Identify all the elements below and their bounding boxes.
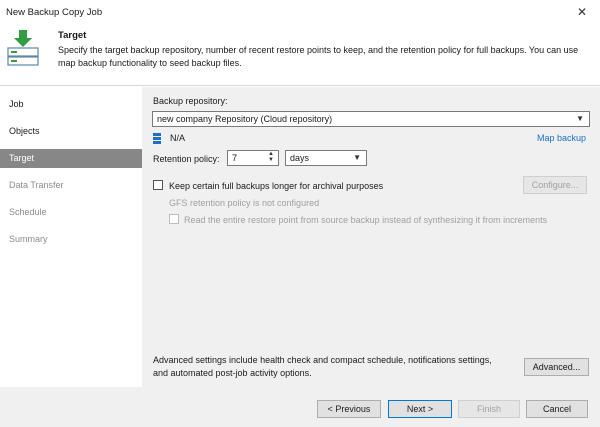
wizard-header: Target Specify the target backup reposit…: [0, 24, 600, 86]
repository-select-value: new company Repository (Cloud repository…: [157, 114, 333, 124]
retention-unit-select[interactable]: days ▼: [285, 150, 367, 166]
sidebar-item-target[interactable]: Target: [0, 149, 142, 168]
gfs-status-text: GFS retention policy is not configured: [169, 198, 320, 208]
advanced-settings-text-line2: and automated post-job activity options.: [153, 368, 312, 378]
page-title: Target: [58, 30, 87, 41]
advanced-button[interactable]: Advanced...: [524, 358, 589, 376]
repository-select[interactable]: new company Repository (Cloud repository…: [152, 111, 590, 127]
wizard-footer: < Previous Next > Finish Cancel: [0, 387, 600, 427]
close-icon[interactable]: ✕: [574, 4, 590, 20]
wizard-steps: Job Objects Target Data Transfer Schedul…: [0, 87, 142, 387]
next-button[interactable]: Next >: [388, 400, 452, 418]
archival-checkbox-label: Keep certain full backups longer for arc…: [169, 181, 384, 191]
sidebar-item-job[interactable]: Job: [0, 95, 142, 114]
backup-target-icon: [7, 30, 39, 66]
retention-points-stepper[interactable]: 7 ▲ ▼: [227, 150, 279, 166]
configure-button[interactable]: Configure...: [523, 176, 587, 194]
map-backup-link[interactable]: Map backup: [537, 133, 586, 143]
advanced-settings-text-line1: Advanced settings include health check a…: [153, 355, 492, 365]
window-title: New Backup Copy Job: [6, 7, 103, 18]
retention-points-value: 7: [232, 153, 238, 163]
read-entire-restore-point-checkbox[interactable]: [169, 214, 179, 224]
target-settings-panel: Backup repository: new company Repositor…: [142, 87, 600, 387]
stepper-arrows-icon[interactable]: ▲ ▼: [266, 151, 276, 165]
chevron-down-icon: ▼: [353, 153, 361, 162]
read-entire-restore-point-label: Read the entire restore point from sourc…: [184, 215, 548, 225]
repository-space-value: N/A: [170, 133, 186, 143]
sidebar-item-summary: Summary: [9, 234, 48, 244]
title-bar: New Backup Copy Job ✕: [0, 0, 600, 24]
page-description: Specify the target backup repository, nu…: [58, 45, 579, 68]
retention-unit-value: days: [290, 153, 310, 163]
sidebar-item-data-transfer: Data Transfer: [9, 180, 64, 190]
cancel-button[interactable]: Cancel: [526, 400, 588, 418]
retention-policy-label: Retention policy:: [153, 154, 220, 164]
previous-button[interactable]: < Previous: [317, 400, 381, 418]
finish-button[interactable]: Finish: [458, 400, 520, 418]
sidebar-item-schedule: Schedule: [9, 207, 47, 217]
repository-label: Backup repository:: [153, 96, 228, 106]
archival-checkbox[interactable]: [153, 180, 163, 190]
repository-storage-icon: [153, 133, 161, 144]
sidebar-item-objects[interactable]: Objects: [0, 122, 142, 141]
chevron-down-icon: ▼: [576, 114, 584, 123]
